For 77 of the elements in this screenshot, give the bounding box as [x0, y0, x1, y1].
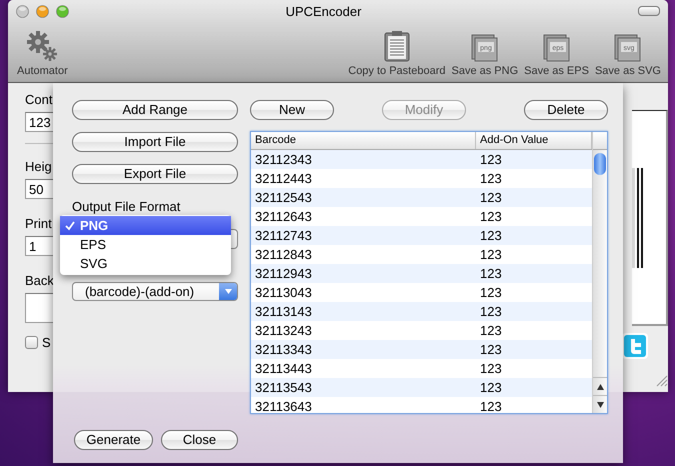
action-button[interactable]: Close	[161, 430, 238, 450]
table-cell-text: 123	[479, 284, 503, 302]
checkbox[interactable]	[25, 336, 38, 349]
table-cell-text: 32113343	[254, 341, 313, 359]
action-button[interactable]: Export File	[72, 164, 238, 184]
toolbar-toggle-button[interactable]	[638, 6, 660, 16]
field-label: Back	[25, 273, 55, 289]
menu-item[interactable]: SVG	[60, 254, 231, 273]
table-row[interactable]: 32112743 123	[251, 226, 592, 245]
table-cell-text: 32112443	[254, 170, 313, 188]
resize-grip-icon[interactable]	[656, 375, 668, 387]
table-row[interactable]: 32113543 123	[251, 378, 592, 397]
table-cell-text: 32112743	[254, 227, 313, 245]
clipboard-icon	[384, 30, 410, 62]
action-button[interactable]: Import File	[72, 132, 238, 152]
table-cell-text: 123	[479, 303, 503, 321]
table-cell-text: 123	[479, 398, 503, 416]
zoom-button[interactable]	[56, 4, 69, 18]
table-cell-text: 123	[479, 360, 503, 378]
table-row[interactable]: 32113343 123	[251, 340, 592, 359]
table-cell-text: 123	[479, 227, 503, 245]
table-cell-text: 123	[479, 265, 503, 283]
field-label: Heig	[25, 159, 53, 175]
social-icon[interactable]	[622, 333, 648, 359]
table-row[interactable]: 32113243 123	[251, 321, 592, 340]
check-icon	[65, 220, 75, 230]
table-cell-text: 123	[479, 341, 503, 359]
table-row[interactable]: 32113443 123	[251, 359, 592, 378]
table-cell-text: 123	[479, 379, 503, 397]
dropdown-arrow-icon	[224, 289, 232, 294]
table-cell-text: 123	[479, 246, 503, 264]
table-cell-text: 32112643	[254, 208, 313, 226]
window-title: UPCEncoder	[284, 4, 362, 18]
table-cell-text: 32113643	[254, 398, 313, 416]
field-label: Output File Format	[72, 199, 182, 215]
table-cell-text: 32112543	[254, 189, 313, 207]
action-button[interactable]: Generate	[74, 430, 153, 450]
table-row[interactable]: 32112443 123	[251, 169, 592, 188]
action-button[interactable]: Add Range	[72, 100, 238, 120]
close-button[interactable]	[16, 4, 29, 18]
table-cell-text: 123	[479, 170, 503, 188]
action-button[interactable]: Delete	[524, 100, 608, 120]
table-row[interactable]: 32112943 123	[251, 264, 592, 283]
menu-item[interactable]: PNG	[60, 216, 231, 235]
table-row[interactable]: 32112843 123	[251, 245, 592, 264]
gear-icon	[26, 30, 58, 62]
menu-item[interactable]: EPS	[60, 235, 231, 254]
table-cell-text: 32112943	[254, 265, 313, 283]
table-row[interactable]: 32113143 123	[251, 302, 592, 321]
table-cell-text: 123	[479, 151, 503, 169]
scrollbar-thumb[interactable]	[594, 153, 606, 175]
table-cell-text: 32113043	[254, 284, 313, 302]
toolbar-button[interactable]: Automator	[14, 30, 71, 77]
table-row[interactable]: 32112643 123	[251, 207, 592, 226]
table-cell-text: 123	[479, 208, 503, 226]
scroll-down-icon[interactable]	[596, 402, 604, 408]
table-row[interactable]: 32113043 123	[251, 283, 592, 302]
action-button[interactable]: New	[250, 100, 334, 120]
minimize-button[interactable]	[36, 4, 49, 18]
table-row[interactable]: 32113643 123	[251, 397, 592, 416]
column-header[interactable]: Barcode	[251, 132, 476, 149]
table-cell-text: 32113143	[254, 303, 313, 321]
naming-popup[interactable]: (barcode)-(add-on)	[72, 282, 238, 301]
scroll-up-icon[interactable]	[596, 384, 604, 390]
table-cell-text: 32113543	[254, 379, 313, 397]
field-label: Cont	[25, 92, 54, 108]
table-cell-text: 123	[479, 189, 503, 207]
table-cell-text: 32112343	[254, 151, 313, 169]
table-row[interactable]: 32112543 123	[251, 188, 592, 207]
table-cell-text: 123	[479, 322, 503, 340]
table-cell-text: 32113443	[254, 360, 313, 378]
table-cell-text: 32113243	[254, 322, 313, 340]
table-row[interactable]: 32112343 123	[251, 150, 592, 169]
toolbar-button[interactable]: Copy to Pasteboard	[345, 30, 448, 77]
checkbox-label: S	[42, 335, 51, 350]
field-label: Print	[25, 216, 53, 232]
table-cell-text: 32112843	[254, 246, 313, 264]
